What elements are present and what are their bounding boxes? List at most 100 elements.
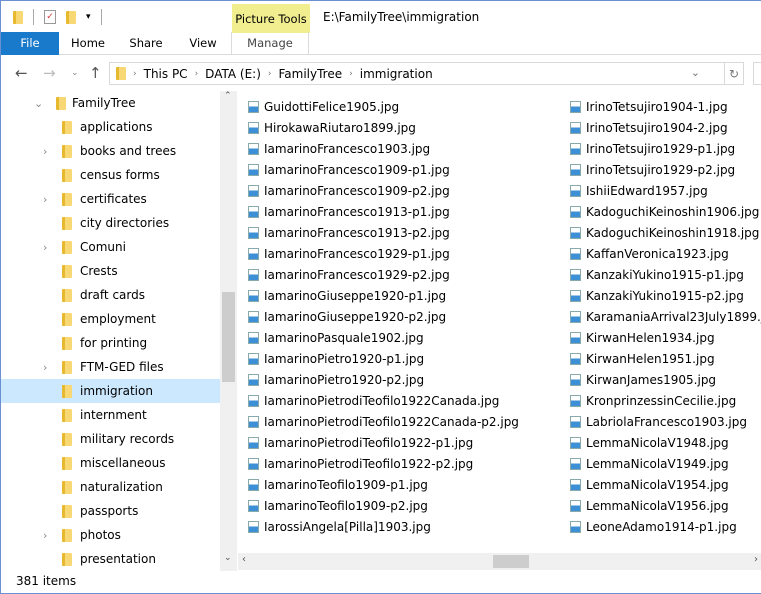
file-item[interactable]: KanzakiYukino1915-p1.jpg: [570, 264, 761, 285]
file-item[interactable]: LemmaNicolaV1948.jpg: [570, 432, 761, 453]
file-item[interactable]: IamarinoGiuseppe1920-p1.jpg: [248, 285, 519, 306]
file-item[interactable]: LeoneAdamo1914-p1.jpg: [570, 516, 761, 537]
file-item[interactable]: IshiiEdward1957.jpg: [570, 180, 761, 201]
file-item[interactable]: HirokawaRiutaro1899.jpg: [248, 117, 519, 138]
tree-item[interactable]: for printing: [1, 331, 220, 355]
file-item[interactable]: IamarinoFrancesco1929-p1.jpg: [248, 243, 519, 264]
file-name: LeoneAdamo1914-p1.jpg: [586, 519, 737, 534]
tree-item[interactable]: internment: [1, 403, 220, 427]
file-item[interactable]: IamarinoPietrodiTeofilo1922Canada.jpg: [248, 390, 519, 411]
recent-locations-chevron-icon[interactable]: ⌄: [71, 68, 79, 78]
file-item[interactable]: KaffanVeronica1923.jpg: [570, 243, 761, 264]
file-item[interactable]: LemmaNicolaV1956.jpg: [570, 495, 761, 516]
up-arrow-icon[interactable]: ↑: [89, 64, 102, 82]
file-item[interactable]: IamarinoTeofilo1909-p1.jpg: [248, 474, 519, 495]
breadcrumb-drive[interactable]: DATA (E:): [205, 67, 261, 81]
scroll-down-icon[interactable]: ⌄: [224, 553, 232, 563]
tree-item[interactable]: draft cards: [1, 283, 220, 307]
new-folder-icon[interactable]: [66, 10, 76, 24]
forward-arrow-icon[interactable]: →: [43, 64, 56, 82]
file-item[interactable]: KirwanHelen1951.jpg: [570, 348, 761, 369]
file-item[interactable]: IamarinoFrancesco1929-p2.jpg: [248, 264, 519, 285]
search-box[interactable]: [753, 62, 761, 85]
file-item[interactable]: LemmaNicolaV1954.jpg: [570, 474, 761, 495]
tree-item[interactable]: applications: [1, 115, 220, 139]
scroll-left-icon[interactable]: ‹: [242, 554, 246, 565]
tree-item[interactable]: › FTM-GED files: [1, 355, 220, 379]
file-item[interactable]: IrinoTetsujiro1929-p2.jpg: [570, 159, 761, 180]
file-list-horizontal-scrollbar[interactable]: ‹ ›: [238, 553, 761, 570]
file-item[interactable]: KanzakiYukino1915-p2.jpg: [570, 285, 761, 306]
scroll-up-icon[interactable]: ⌃: [224, 91, 232, 101]
file-item[interactable]: KadoguchiKeinoshin1906.jpg: [570, 201, 761, 222]
file-item[interactable]: IamarinoTeofilo1909-p2.jpg: [248, 495, 519, 516]
chevron-right-icon[interactable]: ›: [43, 193, 47, 206]
tree-item[interactable]: › books and trees: [1, 139, 220, 163]
file-item[interactable]: IamarinoPasquale1902.jpg: [248, 327, 519, 348]
scroll-right-icon[interactable]: ›: [754, 554, 758, 565]
tree-item[interactable]: immigration: [1, 379, 220, 403]
tree-item[interactable]: presentation: [1, 547, 220, 571]
file-item[interactable]: LabriolaFrancesco1903.jpg: [570, 411, 761, 432]
chevron-right-icon[interactable]: ›: [43, 145, 47, 158]
chevron-right-icon[interactable]: ›: [43, 529, 47, 542]
folder-icon[interactable]: [13, 10, 23, 24]
file-item[interactable]: IrinoTetsujiro1904-1.jpg: [570, 96, 761, 117]
file-item[interactable]: IamarinoPietro1920-p1.jpg: [248, 348, 519, 369]
image-file-icon: [248, 205, 259, 218]
tree-item[interactable]: military records: [1, 427, 220, 451]
file-item[interactable]: LemmaNicolaV1949.jpg: [570, 453, 761, 474]
file-item[interactable]: IrinoTetsujiro1929-p1.jpg: [570, 138, 761, 159]
breadcrumb-immigration[interactable]: immigration: [360, 67, 433, 81]
tab-view[interactable]: View: [175, 32, 231, 55]
file-item[interactable]: KirwanJames1905.jpg: [570, 369, 761, 390]
file-item[interactable]: KirwanHelen1934.jpg: [570, 327, 761, 348]
address-dropdown-icon[interactable]: ⌄: [691, 66, 700, 79]
tree-item[interactable]: miscellaneous: [1, 451, 220, 475]
file-item[interactable]: IamarinoPietro1920-p2.jpg: [248, 369, 519, 390]
file-item[interactable]: KaramaniaArrival23July1899.jpg: [570, 306, 761, 327]
file-item[interactable]: GuidottiFelice1905.jpg: [248, 96, 519, 117]
tab-home[interactable]: Home: [59, 32, 117, 55]
breadcrumb-familytree[interactable]: FamilyTree: [279, 67, 343, 81]
tree-item[interactable]: census forms: [1, 163, 220, 187]
file-item[interactable]: IamarinoPietrodiTeofilo1922-p1.jpg: [248, 432, 519, 453]
tree-item[interactable]: › photos: [1, 523, 220, 547]
tree-item[interactable]: passports: [1, 499, 220, 523]
file-item[interactable]: IamarinoFrancesco1903.jpg: [248, 138, 519, 159]
tab-share[interactable]: Share: [117, 32, 175, 55]
customize-qat-icon[interactable]: ▾: [86, 12, 91, 22]
tree-item-familytree[interactable]: ⌄ FamilyTree: [1, 91, 220, 115]
file-item[interactable]: IamarinoFrancesco1913-p2.jpg: [248, 222, 519, 243]
tab-file[interactable]: File: [1, 32, 59, 55]
file-item[interactable]: IrinoTetsujiro1904-2.jpg: [570, 117, 761, 138]
file-item[interactable]: IamarinoPietrodiTeofilo1922-p2.jpg: [248, 453, 519, 474]
scrollbar-thumb[interactable]: [493, 555, 529, 568]
file-item[interactable]: IamarinoFrancesco1909-p2.jpg: [248, 180, 519, 201]
tree-item-label: internment: [80, 408, 147, 422]
chevron-right-icon[interactable]: ›: [43, 241, 47, 254]
tree-item[interactable]: › certificates: [1, 187, 220, 211]
scrollbar-thumb[interactable]: [222, 292, 235, 382]
file-item[interactable]: IamarinoGiuseppe1920-p2.jpg: [248, 306, 519, 327]
tree-item[interactable]: city directories: [1, 211, 220, 235]
breadcrumb-this-pc[interactable]: This PC: [144, 67, 188, 81]
navigation-pane-scrollbar[interactable]: ⌃ ⌄: [220, 91, 237, 571]
file-item[interactable]: IarossiAngela[Pilla]1903.jpg: [248, 516, 519, 537]
refresh-icon[interactable]: ↻: [725, 62, 744, 85]
chevron-right-icon[interactable]: ›: [43, 361, 47, 374]
file-item[interactable]: KadoguchiKeinoshin1918.jpg: [570, 222, 761, 243]
tree-item[interactable]: › Comuni: [1, 235, 220, 259]
tree-item[interactable]: naturalization: [1, 475, 220, 499]
properties-icon[interactable]: ✓: [44, 10, 56, 24]
file-item[interactable]: KronprinzessinCecilie.jpg: [570, 390, 761, 411]
address-bar[interactable]: › This PC › DATA (E:) › FamilyTree › imm…: [109, 62, 725, 85]
tree-item[interactable]: Crests: [1, 259, 220, 283]
tree-item[interactable]: employment: [1, 307, 220, 331]
file-item[interactable]: IamarinoFrancesco1909-p1.jpg: [248, 159, 519, 180]
file-item[interactable]: IamarinoFrancesco1913-p1.jpg: [248, 201, 519, 222]
tab-manage[interactable]: Manage: [231, 32, 309, 55]
chevron-down-icon[interactable]: ⌄: [34, 97, 43, 110]
back-arrow-icon[interactable]: ←: [15, 64, 28, 82]
file-item[interactable]: IamarinoPietrodiTeofilo1922Canada-p2.jpg: [248, 411, 519, 432]
